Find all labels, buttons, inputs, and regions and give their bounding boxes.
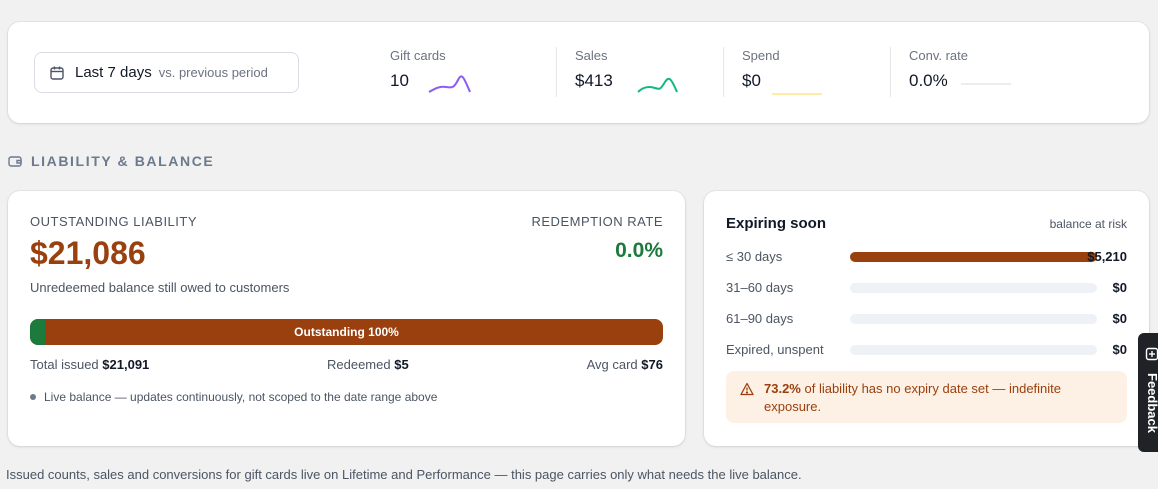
liability-card: OUTSTANDING LIABILITY $21,086 REDEMPTION… [8, 191, 685, 446]
total-issued: Total issued $21,091 [30, 357, 149, 372]
sparkline-gift-cards [428, 75, 471, 93]
metric-value: 0.0% [909, 71, 948, 90]
avg-card-stat: Avg card $76 [587, 357, 663, 372]
redeemed-stat: Redeemed $5 [327, 357, 409, 372]
expiring-bar-track [850, 252, 1097, 262]
redeemed-label: Redeemed [327, 357, 391, 372]
metric-label: Spend [742, 48, 780, 63]
expiring-title: Expiring soon [726, 215, 827, 232]
metric-value: 10 [390, 71, 409, 90]
sparkline-spend [772, 93, 822, 95]
section-title: LIABILITY & BALANCE [31, 153, 215, 169]
expiring-subtitle: balance at risk [1049, 217, 1127, 231]
date-range-label: Last 7 days [75, 64, 152, 81]
liability-label: OUTSTANDING LIABILITY [30, 214, 198, 229]
sparkline-sales [637, 77, 678, 93]
metric-label: Sales [575, 48, 608, 63]
outstanding-bar-label: Outstanding 100% [294, 325, 399, 339]
expiring-row: 61–90 days $0 [726, 309, 1127, 329]
date-range-comparison: vs. previous period [158, 65, 268, 80]
metric-label: Conv. rate [909, 48, 969, 63]
expiring-row-amount: $5,210 [1087, 249, 1127, 264]
metric-label: Gift cards [390, 48, 446, 63]
divider [556, 47, 557, 97]
feedback-icon [1145, 347, 1158, 361]
expiring-soon-card: Expiring soon balance at risk ≤ 30 days … [704, 191, 1149, 446]
expiring-row-label: 61–90 days [726, 311, 794, 326]
expiring-bar-track [850, 345, 1097, 355]
metric-value: $413 [575, 71, 613, 90]
metric-spend: Spend $0 [742, 48, 882, 98]
metric-gift-cards: Gift cards 10 [390, 48, 540, 98]
wallet-icon [8, 156, 22, 167]
expiring-row-label: 31–60 days [726, 280, 794, 295]
liability-amount: $21,086 [30, 235, 146, 271]
stats-bar: Last 7 days vs. previous period Gift car… [8, 22, 1149, 123]
redemption-rate-label: REDEMPTION RATE [531, 214, 663, 229]
divider [890, 47, 891, 97]
calendar-icon [50, 66, 64, 80]
metric-conv-rate: Conv. rate 0.0% [909, 48, 1049, 98]
live-balance-note: Live balance — updates continuously, not… [30, 390, 437, 404]
divider [723, 47, 724, 97]
redemption-rate-value: 0.0% [615, 239, 663, 262]
live-note-text: Live balance — updates continuously, not… [44, 390, 438, 404]
expiring-row: ≤ 30 days $5,210 [726, 247, 1127, 267]
expiring-row: 31–60 days $0 [726, 278, 1127, 298]
expiring-bar-track [850, 283, 1097, 293]
section-heading: LIABILITY & BALANCE [8, 153, 214, 169]
expiring-row-amount: $0 [1112, 280, 1127, 295]
expiry-warning: 73.2% of liability has no expiry date se… [726, 371, 1127, 423]
warning-percent: 73.2% [764, 381, 801, 396]
expiring-row-amount: $0 [1112, 342, 1127, 357]
metric-value: $0 [742, 71, 761, 90]
outstanding-bar: Outstanding 100% [30, 319, 663, 345]
total-issued-value: $21,091 [102, 357, 150, 372]
avg-card-label: Avg card [586, 357, 638, 372]
warning-icon [740, 382, 754, 396]
avg-card-value: $76 [641, 357, 663, 372]
feedback-tab[interactable]: Feedback [1138, 333, 1158, 452]
expiring-bar-fill [850, 252, 1097, 262]
liability-note: Unredeemed balance still owed to custome… [30, 280, 290, 295]
expiring-row-label: ≤ 30 days [726, 249, 783, 264]
bullet-dot [30, 394, 36, 400]
sparkline-conv-rate [961, 83, 1011, 85]
metric-sales: Sales $413 [575, 48, 715, 98]
warning-text: of liability has no expiry date set — in… [764, 381, 1062, 414]
expiring-bar-track [850, 314, 1097, 324]
expiring-row-amount: $0 [1112, 311, 1127, 326]
date-range-button[interactable]: Last 7 days vs. previous period [34, 52, 299, 93]
footer-note: Issued counts, sales and conversions for… [6, 467, 802, 482]
expiring-row: Expired, unspent $0 [726, 340, 1127, 360]
redeemed-value: $5 [394, 357, 409, 372]
total-issued-label: Total issued [30, 357, 99, 372]
expiring-row-label: Expired, unspent [726, 342, 824, 357]
feedback-label: Feedback [1145, 373, 1158, 433]
